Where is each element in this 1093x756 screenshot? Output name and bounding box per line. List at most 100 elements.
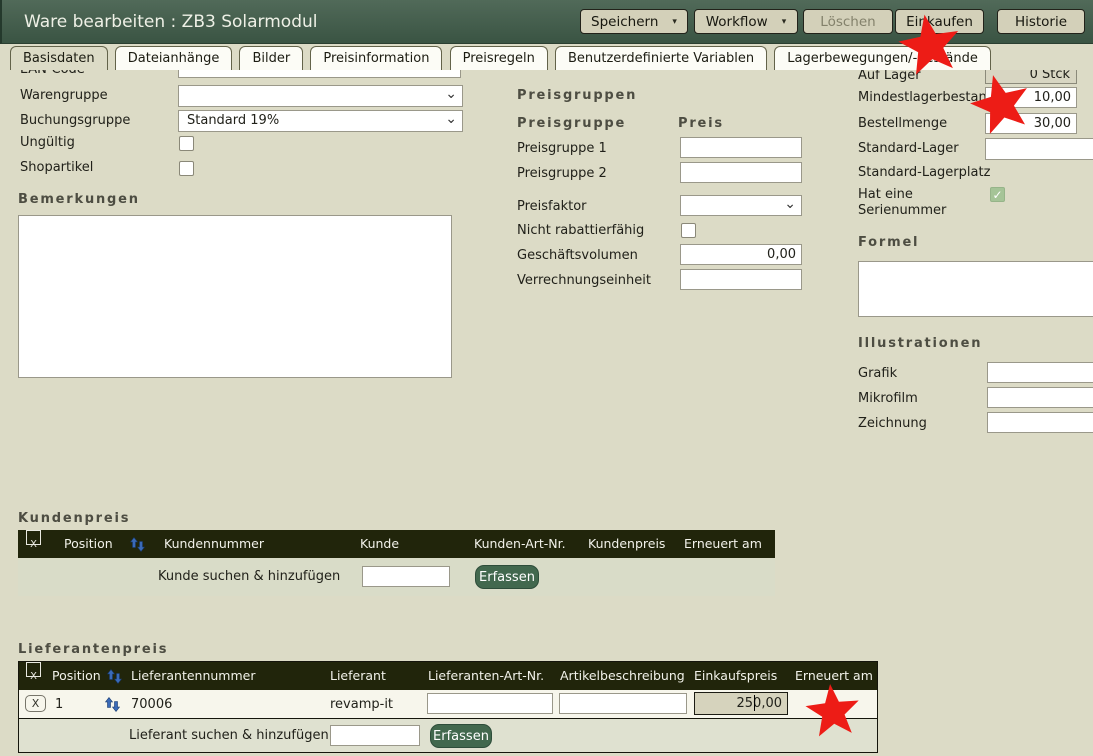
row-position: 1 [55, 697, 63, 712]
lieferantenpreis-table: X Position Lieferantennummer Lieferant L… [18, 661, 878, 753]
preisgruppen-heading: Preisgruppen [517, 88, 637, 103]
buchungsgruppe-value: Standard 19% [187, 113, 279, 128]
page-title: Ware bearbeiten : ZB3 Solarmodul [24, 12, 317, 32]
seriennummer-label-line2: Serienummer [858, 203, 946, 218]
lieferantenpreis-add-row: Lieferant suchen & hinzufügen Erfassen [19, 719, 877, 752]
col-erneuert-am[interactable]: Erneuert am [684, 530, 762, 558]
erfassen-label: Erfassen [479, 570, 535, 585]
ean-code-label: EAN-Code [20, 70, 85, 77]
chevron-down-icon[interactable]: ▾ [782, 17, 787, 27]
kundenpreis-table-header: X Position Kundennummer Kunde Kunden-Art… [18, 530, 775, 558]
lieferantenpreis-table-header: X Position Lieferantennummer Lieferant L… [19, 662, 877, 690]
buchungsgruppe-label: Buchungsgruppe [20, 113, 130, 128]
row-art-nr-input[interactable] [427, 693, 553, 714]
grafik-label: Grafik [858, 366, 897, 381]
standard-lager-label: Standard-Lager [858, 141, 959, 156]
ungueltig-checkbox[interactable] [179, 136, 194, 151]
tab-preisinformation[interactable]: Preisinformation [310, 46, 442, 70]
col-lieferantennummer[interactable]: Lieferantennummer [131, 662, 255, 690]
col-kundenpreis[interactable]: Kundenpreis [588, 530, 665, 558]
tab-bilder[interactable]: Bilder [239, 46, 303, 70]
formel-heading: Formel [858, 235, 919, 250]
col-kunden-art-nr[interactable]: Kunden-Art-Nr. [474, 530, 566, 558]
kunde-suchen-input[interactable] [362, 566, 450, 587]
delete-column-icon: X [26, 530, 41, 545]
lieferantenpreis-row: X 1 70006 revamp-it [19, 690, 877, 719]
lieferantenpreis-heading: Lieferantenpreis [18, 642, 168, 657]
tab-benutzerdefinierte-variablen[interactable]: Benutzerdefinierte Variablen [555, 46, 767, 70]
preisgruppe2-label: Preisgruppe 2 [517, 166, 607, 181]
delete-row-button[interactable]: X [25, 695, 46, 712]
standard-lager-input[interactable] [985, 138, 1093, 160]
erfassen-label: Erfassen [433, 729, 489, 744]
formel-textarea[interactable] [858, 261, 1093, 317]
buchungsgruppe-select[interactable]: Standard 19% ⌄ [178, 110, 463, 132]
col-artikelbeschreibung[interactable]: Artikelbeschreibung [560, 662, 685, 690]
speichern-label: Speichern [591, 14, 658, 30]
kunde-erfassen-button[interactable]: Erfassen [475, 565, 539, 589]
bestellmenge-label: Bestellmenge [858, 116, 947, 131]
col-position[interactable]: Position [64, 530, 113, 558]
grafik-input[interactable] [987, 362, 1093, 383]
lieferant-erfassen-button[interactable]: Erfassen [430, 724, 492, 748]
col-kunde[interactable]: Kunde [360, 530, 399, 558]
verrechnungseinheit-label: Verrechnungseinheit [517, 273, 651, 288]
kundenpreis-heading: Kundenpreis [18, 511, 130, 526]
chevron-down-icon: ⌄ [445, 86, 457, 102]
ean-code-input[interactable] [178, 70, 461, 78]
bemerkungen-textarea[interactable] [18, 215, 452, 378]
geschaeftsvolumen-input[interactable] [680, 244, 802, 265]
col-kundennummer[interactable]: Kundennummer [164, 530, 264, 558]
bemerkungen-heading: Bemerkungen [18, 192, 140, 207]
row-lieferant: revamp-it [330, 697, 393, 712]
verrechnungseinheit-input[interactable] [680, 269, 802, 290]
col-lieferanten-art-nr[interactable]: Lieferanten-Art-Nr. [428, 662, 544, 690]
row-lieferantennummer: 70006 [131, 697, 172, 712]
preisgruppe1-label: Preisgruppe 1 [517, 141, 607, 156]
annotation-star-einkaufspreis [800, 679, 866, 745]
zeichnung-input[interactable] [987, 412, 1093, 433]
preisgruppe1-input[interactable] [680, 137, 802, 158]
tab-bar: Basisdaten Dateianhänge Bilder Preisinfo… [10, 46, 994, 70]
warengruppe-select[interactable]: ⌄ [178, 85, 463, 107]
workflow-label: Workflow [706, 14, 768, 30]
seriennummer-checkbox[interactable] [990, 187, 1005, 202]
shopartikel-label: Shopartikel [20, 160, 93, 175]
sort-arrows-icon[interactable] [130, 537, 145, 552]
workflow-button[interactable]: Workflow ▾ [694, 9, 798, 34]
tab-dateianhaenge[interactable]: Dateianhänge [115, 46, 233, 70]
chevron-down-icon: ⌄ [784, 196, 796, 212]
annotation-star-einkaufen [891, 7, 970, 86]
sort-arrows-icon[interactable] [107, 669, 122, 684]
col-lieferant[interactable]: Lieferant [330, 662, 386, 690]
geschaeftsvolumen-label: Geschäftsvolumen [517, 248, 638, 263]
loeschen-label: Löschen [820, 14, 875, 30]
col-einkaufspreis[interactable]: Einkaufspreis [694, 662, 777, 690]
chevron-down-icon: ⌄ [445, 111, 457, 127]
sort-arrows-icon[interactable] [105, 697, 120, 712]
mikrofilm-input[interactable] [987, 387, 1093, 408]
col-position[interactable]: Position [52, 662, 101, 690]
kunde-suchen-label: Kunde suchen & hinzufügen [158, 569, 338, 584]
tab-basisdaten[interactable]: Basisdaten [10, 46, 108, 70]
mikrofilm-label: Mikrofilm [858, 391, 918, 406]
loeschen-button[interactable]: Löschen [803, 9, 893, 34]
preisgruppe2-input[interactable] [680, 162, 802, 183]
lieferant-suchen-input[interactable] [330, 725, 420, 746]
nicht-rabattierfaehig-checkbox[interactable] [681, 223, 696, 238]
historie-label: Historie [1015, 14, 1067, 30]
speichern-button[interactable]: Speichern ▾ [580, 9, 688, 34]
tab-preisregeln[interactable]: Preisregeln [450, 46, 548, 70]
row-artikelbeschreibung-input[interactable] [559, 693, 687, 714]
preisgruppe-col-heading: Preisgruppe [517, 116, 626, 131]
row-einkaufspreis-field [694, 692, 788, 715]
text-cursor [754, 695, 755, 711]
standard-lagerplatz-label: Standard-Lagerplatz [858, 165, 990, 180]
row-einkaufspreis-input[interactable] [694, 692, 788, 715]
seriennummer-label-line1: Hat eine [858, 187, 913, 202]
historie-button[interactable]: Historie [997, 9, 1085, 34]
preisfaktor-select[interactable]: ⌄ [680, 195, 802, 216]
shopartikel-checkbox[interactable] [179, 161, 194, 176]
warengruppe-label: Warengruppe [20, 88, 108, 103]
chevron-down-icon[interactable]: ▾ [672, 17, 677, 27]
